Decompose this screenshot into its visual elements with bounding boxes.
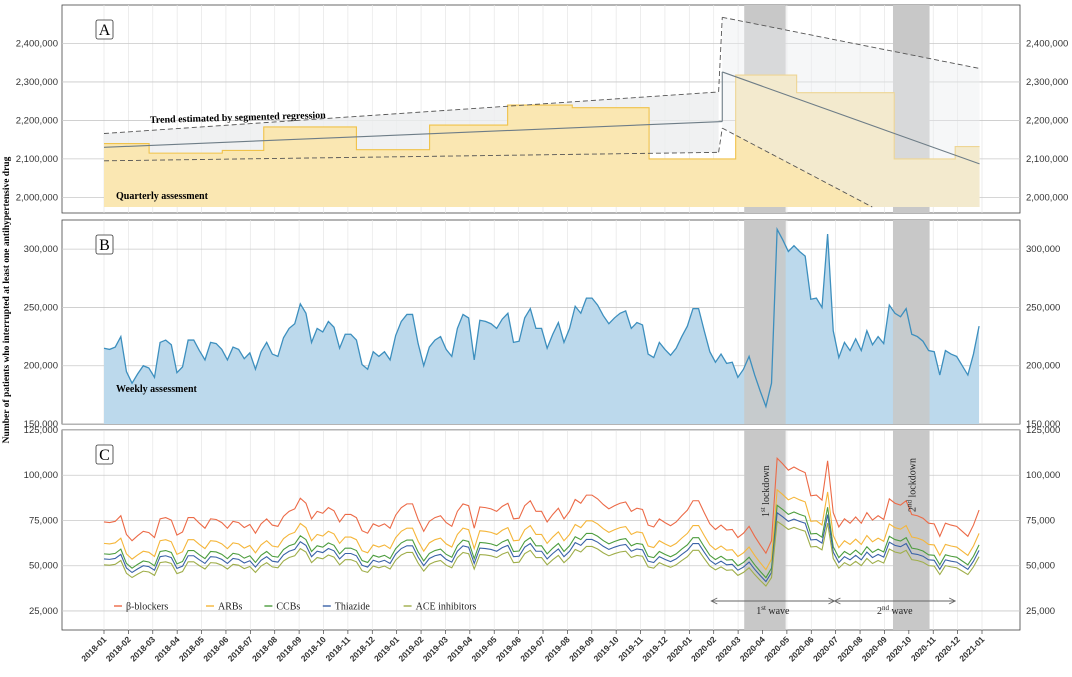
panel-A: 2,000,000 2,000,000 2,100,000 2,100,000 2,20… <box>16 4 1068 214</box>
y-tick-left: 125,000 <box>24 425 58 436</box>
x-tick-label: 2020-09 <box>860 634 889 663</box>
y-tick-left: 2,000,000 <box>16 192 58 203</box>
y-tick-left: 2,200,000 <box>16 115 58 126</box>
x-tick-label: 2020-01 <box>665 634 694 663</box>
x-tick-label: 2019-07 <box>518 634 547 663</box>
legend-label: Thiazide <box>335 602 371 613</box>
y-axis-title: Number of patients who interrupted at le… <box>2 156 12 443</box>
x-tick-label: 2018-05 <box>177 634 206 663</box>
panel-B: 150,000 150,000200,000 200,000250,000 250,0… <box>24 219 1060 430</box>
x-tick-label: 2018-07 <box>226 634 255 663</box>
y-tick-right: 250,000 <box>1026 302 1060 313</box>
x-tick-label: 2020-06 <box>787 634 816 663</box>
x-tick-label: 2020-05 <box>762 634 791 663</box>
y-tick-right: 300,000 <box>1026 244 1060 255</box>
y-tick-right: 75,000 <box>1026 515 1055 526</box>
x-tick-label: 2018-04 <box>152 634 181 663</box>
x-tick-label: 2019-06 <box>494 634 523 663</box>
y-tick-left: 50,000 <box>29 561 58 572</box>
panel-label: C <box>99 447 110 464</box>
weekly-annotation: Weekly assessment <box>116 384 198 395</box>
y-tick-right: 2,000,000 <box>1026 192 1068 203</box>
y-tick-right: 2,300,000 <box>1026 77 1068 88</box>
panel-C: 25,000 25,000 50,000 50,000 75,000 75,000 100,… <box>24 425 1060 631</box>
y-tick-right: 200,000 <box>1026 361 1060 372</box>
y-tick-left: 75,000 <box>29 515 58 526</box>
y-tick-right: 2,100,000 <box>1026 154 1068 165</box>
x-tick-label: 2019-05 <box>470 634 499 663</box>
y-tick-right: 25,000 <box>1026 606 1055 617</box>
x-tick-label: 2018-10 <box>299 634 328 663</box>
x-tick-label: 2019-08 <box>543 634 572 663</box>
panel-label: B <box>99 237 110 254</box>
x-tick-label: 2020-08 <box>835 634 864 663</box>
x-tick-label: 2018-12 <box>348 634 377 663</box>
x-tick-label: 2018-01 <box>79 634 108 663</box>
lockdown-label-rest: lockdown <box>907 458 918 500</box>
legend-label: CCBs <box>276 602 300 613</box>
lockdown-label-rest: lockdown <box>761 465 772 507</box>
y-tick-left: 300,000 <box>24 244 58 255</box>
legend-label: β-blockers <box>126 602 168 613</box>
y-tick-right: 125,000 <box>1026 425 1060 436</box>
x-tick-label: 2019-03 <box>421 634 450 663</box>
panels: 2,000,000 2,000,000 2,100,000 2,100,000 2,20… <box>16 4 1068 663</box>
x-tick-label: 2018-06 <box>201 634 230 663</box>
wave-label-rest: wave <box>889 606 913 617</box>
y-tick-left: 250,000 <box>24 302 58 313</box>
x-tick-label: 2020-03 <box>713 634 742 663</box>
legend-label: ARBs <box>218 602 243 613</box>
panel-label: A <box>99 22 111 39</box>
lockdown-shade-top <box>744 220 786 424</box>
x-tick-label: 2018-08 <box>250 634 279 663</box>
y-tick-left: 100,000 <box>24 470 58 481</box>
quarterly-annotation: Quarterly assessment <box>116 191 209 202</box>
x-tick-label: 2019-12 <box>640 634 669 663</box>
x-tick-label: 2018-02 <box>104 634 133 663</box>
x-tick-label: 2019-11 <box>616 634 645 663</box>
x-tick-label: 2019-04 <box>445 634 474 663</box>
y-tick-left: 2,300,000 <box>16 77 58 88</box>
x-tick-label: 2020-10 <box>884 634 913 663</box>
y-tick-left: 2,400,000 <box>16 38 58 49</box>
x-tick-label: 2020-12 <box>933 634 962 663</box>
x-tick-label: 2020-11 <box>909 634 938 663</box>
y-tick-right: 100,000 <box>1026 470 1060 481</box>
x-axis: 2018-012018-022018-032018-042018-052018-… <box>79 630 987 663</box>
y-tick-left: 25,000 <box>29 606 58 617</box>
y-tick-right: 50,000 <box>1026 561 1055 572</box>
x-tick-label: 2019-10 <box>591 634 620 663</box>
x-tick-label: 2021-01 <box>957 634 986 663</box>
x-tick-label: 2020-04 <box>738 634 767 663</box>
x-tick-label: 2018-09 <box>274 634 303 663</box>
y-tick-right: 2,200,000 <box>1026 115 1068 126</box>
x-tick-label: 2018-11 <box>323 634 352 663</box>
x-tick-label: 2019-02 <box>396 634 425 663</box>
y-tick-left: 2,100,000 <box>16 154 58 165</box>
panel-frame <box>61 429 1021 631</box>
x-tick-label: 2019-09 <box>567 634 596 663</box>
wave-label-rest: wave <box>766 606 790 617</box>
x-tick-label: 2019-01 <box>372 634 401 663</box>
x-tick-label: 2018-03 <box>128 634 157 663</box>
x-tick-label: 2020-07 <box>811 634 840 663</box>
figure: 2,000,000 2,000,000 2,100,000 2,100,000 2,20… <box>2 4 1068 663</box>
y-tick-right: 2,400,000 <box>1026 38 1068 49</box>
legend-label: ACE inhibitors <box>416 602 477 613</box>
lockdown-shade-top <box>892 220 930 424</box>
y-tick-left: 200,000 <box>24 361 58 372</box>
x-tick-label: 2020-02 <box>689 634 718 663</box>
